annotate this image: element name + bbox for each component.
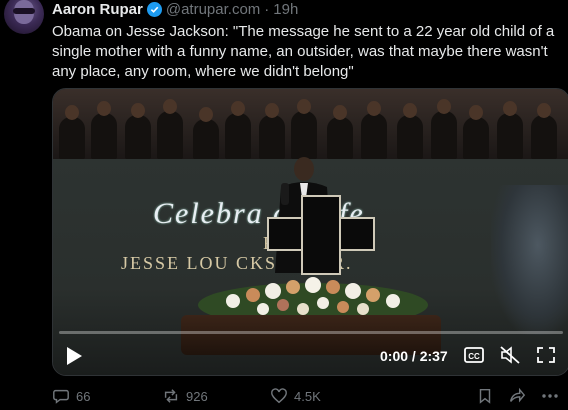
video-player[interactable]: Celebra of Life RI JESSE LOU CKSON, SR. … (52, 88, 568, 376)
cc-icon[interactable]: CC (463, 345, 485, 365)
video-progress-bar[interactable] (59, 331, 563, 334)
play-icon[interactable] (67, 347, 82, 365)
like-icon (271, 388, 287, 404)
avatar-glasses (13, 8, 35, 14)
reply-count: 66 (76, 388, 91, 404)
repost-icon (164, 389, 178, 403)
reply-button[interactable]: 66 (52, 386, 90, 406)
tweet-text: Obama on Jesse Jackson: "The message he … (52, 23, 555, 80)
share-icon[interactable] (508, 386, 526, 406)
like-count: 4.5K (294, 388, 321, 404)
repost-button[interactable]: 926 (162, 386, 208, 406)
more-icon[interactable] (540, 386, 560, 406)
repost-count: 926 (186, 388, 208, 404)
tweet-actions: 66 926 4.5K (52, 386, 568, 408)
separator-dot: · (264, 0, 270, 18)
cc-label: CC (468, 352, 480, 361)
tweet-header: Aaron Rupar @atrupar.com · 19h (52, 0, 298, 18)
video-side-figure (491, 185, 568, 335)
like-button[interactable]: 4.5K (270, 386, 321, 406)
bookmark-icon[interactable] (476, 386, 494, 406)
cross-arrangement-vertical (301, 195, 341, 275)
reply-icon (53, 389, 69, 404)
video-crowd-scene (53, 89, 568, 159)
video-controls: 0:00 / 2:37 CC (53, 339, 568, 373)
verified-badge-icon (146, 1, 162, 17)
fullscreen-icon[interactable] (535, 345, 557, 365)
avatar[interactable] (4, 0, 44, 34)
author-handle[interactable]: @atrupar.com (166, 1, 260, 18)
video-time: 0:00 / 2:37 (380, 348, 448, 364)
mute-icon[interactable] (499, 345, 521, 365)
post-time[interactable]: 19h (273, 1, 298, 18)
author-name[interactable]: Aaron Rupar (52, 1, 143, 18)
